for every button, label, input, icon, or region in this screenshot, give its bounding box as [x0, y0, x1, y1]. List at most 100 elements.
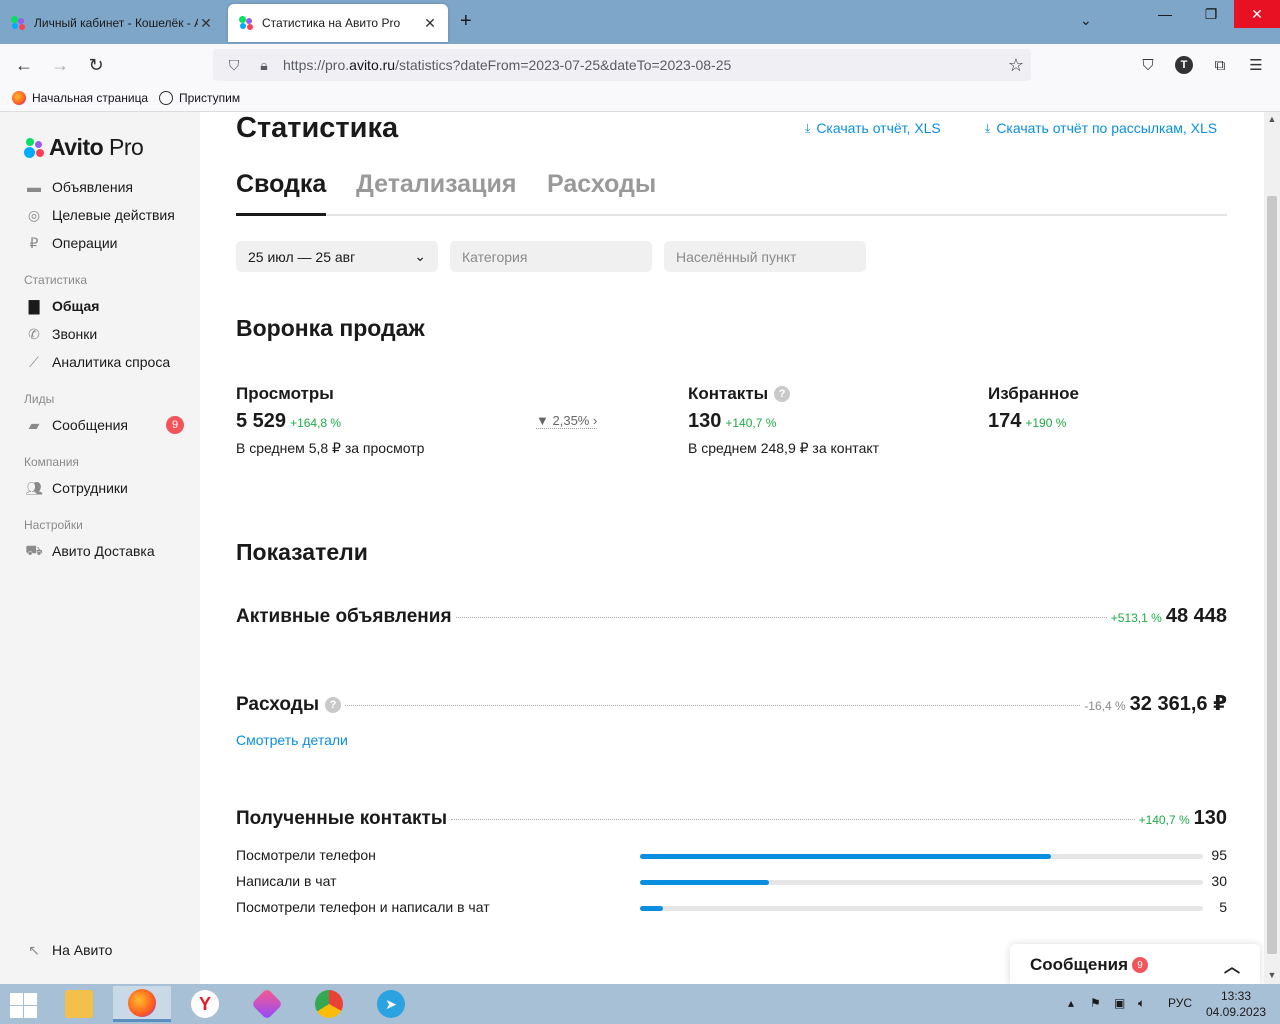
extensions-icon[interactable]: ⧉ [1208, 54, 1232, 76]
url-bar[interactable]: ⛉ 🔒︎ https://pro.avito.ru/statistics?dat… [213, 49, 1031, 81]
funnel-favorites-delta: +190 % [1025, 416, 1067, 430]
indicators-title: Показатели [236, 539, 368, 565]
sidebar-item-demand-analytics[interactable]: ⟋ Аналитика спроса [24, 353, 170, 371]
close-tab-icon[interactable]: ✕ [422, 15, 438, 32]
browser-tab-statistics[interactable]: Статистика на Авито Pro ✕ [228, 4, 448, 42]
help-icon[interactable]: ? [325, 697, 342, 713]
download-report-xls-link[interactable]: ⤓ Скачать отчёт, XLS [805, 120, 941, 136]
location-select[interactable]: Населённый пункт [664, 241, 866, 272]
sidebar-item-messages[interactable]: ▰ Сообщения [24, 416, 128, 434]
metric-active-ads-delta: +513,1 % [1110, 611, 1162, 625]
metric-expenses-delta: -16,4 % [1084, 699, 1126, 713]
download-icon: ⤓ [985, 120, 991, 135]
lock-icon[interactable]: 🔒︎ [253, 57, 275, 74]
sidebar-item-target-actions[interactable]: ◎ Целевые действия [24, 206, 175, 224]
sidebar-item-operations[interactable]: ₽ Операции [24, 234, 118, 252]
forward-icon[interactable]: → [47, 52, 73, 78]
progress-fill [640, 906, 663, 911]
windows-taskbar: Y ➤ ▴ ⚑ ▣ 🔈︎ РУС 13:33 04.09.2023 [0, 984, 1280, 1024]
url-text[interactable]: https://pro.avito.ru/statistics?dateFrom… [283, 57, 1001, 73]
globe-icon [159, 91, 173, 105]
sidebar-heading-leads: Лиды [24, 392, 55, 406]
tray-overflow-icon[interactable]: ▴ [1068, 996, 1074, 1010]
file-explorer-icon[interactable] [50, 986, 108, 1022]
firefox-icon [12, 91, 26, 105]
sidebar-item-calls[interactable]: ✆ Звонки [24, 325, 97, 343]
statistics-tabs: Сводка Детализация Расходы [236, 170, 1227, 216]
bookmark-get-started[interactable]: Приступим [159, 91, 240, 105]
network-icon[interactable]: ▣ [1114, 996, 1125, 1010]
bookmarks-bar: Начальная страница Приступим [0, 86, 1280, 112]
reload-icon[interactable]: ↻ [83, 52, 109, 78]
metric-active-ads-value: 48 448 [1165, 605, 1227, 627]
progress-track [640, 906, 1203, 911]
flag-icon[interactable]: ⚑ [1090, 996, 1101, 1010]
sidebar-item-delivery[interactable]: ⛟ Авито Доставка [24, 542, 154, 560]
sidebar-item-general[interactable]: ▇ Общая [24, 297, 100, 315]
category-select[interactable]: Категория [450, 241, 652, 272]
account-icon[interactable]: T [1172, 54, 1196, 76]
bookmark-home[interactable]: Начальная страница [12, 91, 148, 105]
page-scrollbar[interactable]: ▲ ▼ [1264, 112, 1280, 984]
browser-nav-bar: ← → ↻ ⛉ 🔒︎ https://pro.avito.ru/statisti… [0, 44, 1280, 86]
messages-widget[interactable]: Сообщения 9 ︿ [1010, 944, 1260, 984]
scroll-thumb[interactable] [1267, 196, 1277, 954]
close-window-icon[interactable]: ✕ [1234, 0, 1280, 28]
close-tab-icon[interactable]: ✕ [198, 15, 214, 32]
sidebar-item-ads[interactable]: ▬ Объявления [24, 178, 133, 196]
maximize-icon[interactable]: ❐ [1188, 0, 1234, 28]
tab-summary[interactable]: Сводка [236, 170, 326, 216]
metric-active-ads: Активные объявления +513,1 % 48 448 [236, 605, 1227, 627]
taskbar-clock[interactable]: 13:33 04.09.2023 [1206, 988, 1266, 1020]
sidebar-item-staff[interactable]: 👥︎ Сотрудники [24, 479, 128, 497]
funnel-views-value: 5 529 +164,8 % [236, 410, 342, 432]
browser-tab-wallet[interactable]: Личный кабинет - Кошелёк - А ✕ [0, 4, 224, 42]
download-mailing-report-xls-link[interactable]: ⤓ Скачать отчёт по рассылкам, XLS [985, 120, 1217, 136]
tracking-protection-icon[interactable]: ⛉ [223, 57, 245, 74]
sidebar-heading-settings: Настройки [24, 518, 83, 532]
pocket-icon[interactable]: ⛉ [1136, 54, 1160, 76]
chevron-right-icon: › [593, 413, 598, 428]
minimize-icon[interactable]: — [1142, 0, 1188, 28]
funnel-favorites-value: 174 +190 % [988, 410, 1067, 432]
funnel-title: Воронка продаж [236, 315, 425, 341]
users-icon: 👥︎ [25, 479, 43, 496]
yandex-browser-icon[interactable]: Y [176, 986, 234, 1022]
language-indicator[interactable]: РУС [1168, 996, 1192, 1010]
menu-icon[interactable]: ☰ [1244, 54, 1268, 76]
contacts-breakdown-row: Посмотрели телефон 95 [236, 847, 1227, 863]
page-title: Статистика [236, 112, 399, 144]
contacts-breakdown-row: Написали в чат 30 [236, 873, 1227, 889]
funnel-views-delta: +164,8 % [290, 416, 342, 430]
chrome-icon[interactable] [300, 986, 358, 1022]
firefox-taskbar-icon[interactable] [113, 986, 171, 1022]
help-icon[interactable]: ? [774, 386, 791, 402]
messages-widget-badge: 9 [1131, 957, 1148, 973]
arrow-up-left-icon: ↖ [28, 941, 40, 958]
chevron-up-icon[interactable]: ︿ [1224, 953, 1240, 977]
gem-app-icon[interactable] [238, 986, 296, 1022]
list-all-tabs-icon[interactable]: ⌄ [1080, 12, 1092, 29]
funnel-conversion[interactable]: ▼ 2,35% › [536, 413, 598, 429]
target-icon: ◎ [27, 206, 41, 223]
metric-contacts-delta: +140,7 % [1138, 813, 1190, 827]
tab-expenses[interactable]: Расходы [547, 170, 656, 216]
scroll-down-icon[interactable]: ▼ [1264, 970, 1280, 980]
progress-track [640, 880, 1203, 885]
avito-pro-logo[interactable]: Avito Pro [24, 134, 144, 161]
bookmark-star-icon[interactable]: ☆ [1001, 55, 1031, 76]
volume-icon[interactable]: 🔈︎ [1138, 996, 1145, 1011]
metric-contacts-value: 130 [1193, 807, 1227, 829]
funnel-contacts-average: В среднем 248,9 ₽ за контакт [688, 440, 880, 456]
back-icon[interactable]: ← [11, 52, 37, 78]
tab-details[interactable]: Детализация [356, 170, 516, 216]
new-tab-icon[interactable]: + [460, 10, 472, 33]
period-select[interactable]: 25 июл — 25 авг ⌄ [236, 241, 438, 272]
sidebar: Avito Pro ▬ Объявления ◎ Целевые действи… [0, 112, 200, 984]
bar-chart-icon: ▇ [28, 297, 40, 314]
scroll-up-icon[interactable]: ▲ [1264, 114, 1280, 124]
back-to-avito-link[interactable]: ↖ На Авито [24, 941, 112, 959]
telegram-icon[interactable]: ➤ [362, 986, 420, 1022]
view-details-link[interactable]: Смотреть детали [236, 732, 348, 748]
windows-start-icon[interactable] [8, 992, 38, 1018]
